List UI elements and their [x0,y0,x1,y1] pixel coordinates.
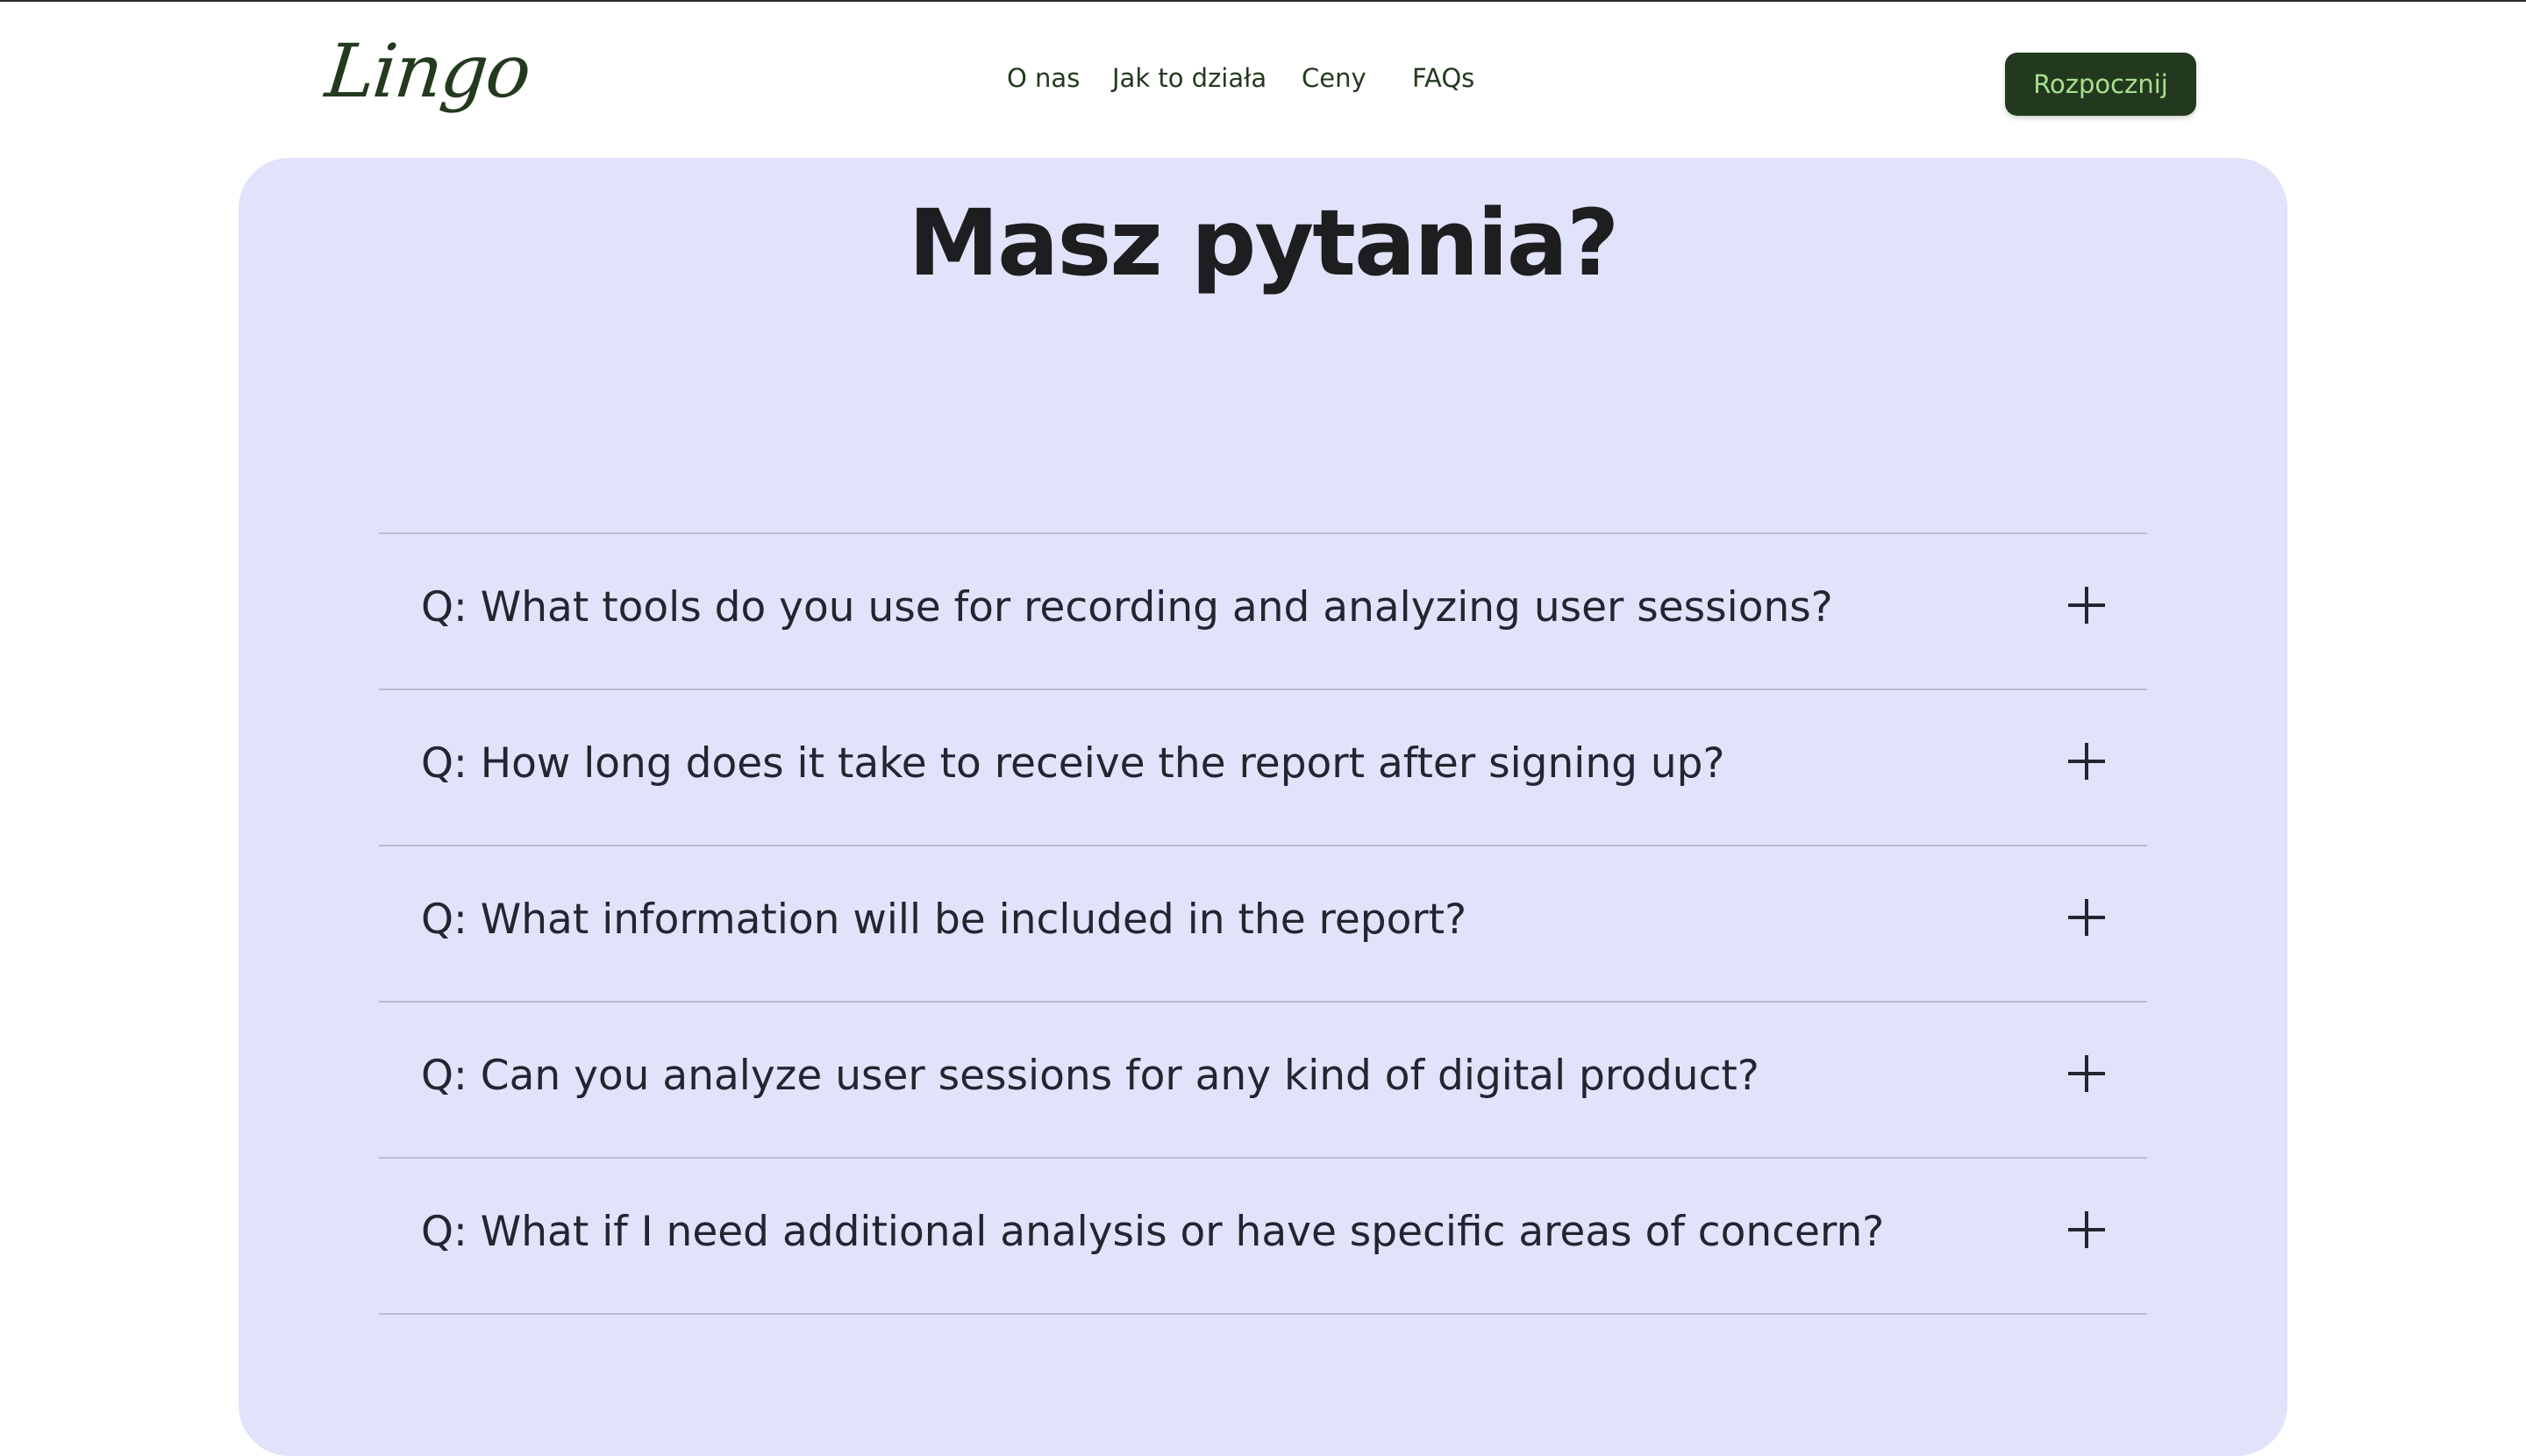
nav-link-about[interactable]: O nas [1007,63,1080,93]
plus-icon[interactable] [2068,1211,2105,1248]
faq-item[interactable]: Q: What information will be included in … [379,846,2147,1003]
faq-question: Q: What information will be included in … [421,896,1467,944]
plus-icon[interactable] [2068,743,2105,780]
faq-list: Q: What tools do you use for recording a… [379,532,2147,1315]
nav-link-faqs[interactable]: FAQs [1412,63,1474,93]
nav-link-how-it-works[interactable]: Jak to działa [1112,63,1267,93]
faq-item[interactable]: Q: How long does it take to receive the … [379,690,2147,846]
faq-title: Masz pytania? [908,189,1620,296]
plus-icon[interactable] [2068,899,2105,936]
get-started-button[interactable]: Rozpocznij [2005,53,2196,116]
plus-icon[interactable] [2068,587,2105,624]
faq-question: Q: What if I need additional analysis or… [421,1208,1885,1256]
plus-icon[interactable] [2068,1055,2105,1092]
faq-item[interactable]: Q: What tools do you use for recording a… [379,534,2147,690]
faq-item[interactable]: Q: Can you analyze user sessions for any… [379,1003,2147,1159]
nav-link-pricing[interactable]: Ceny [1302,63,1366,93]
faq-item[interactable]: Q: What if I need additional analysis or… [379,1159,2147,1315]
faq-question: Q: Can you analyze user sessions for any… [421,1052,1759,1100]
faq-question: Q: What tools do you use for recording a… [421,583,1833,632]
faq-question: Q: How long does it take to receive the … [421,739,1725,788]
site-header: Lingo O nas Jak to działa Ceny FAQs Rozp… [0,2,2526,156]
